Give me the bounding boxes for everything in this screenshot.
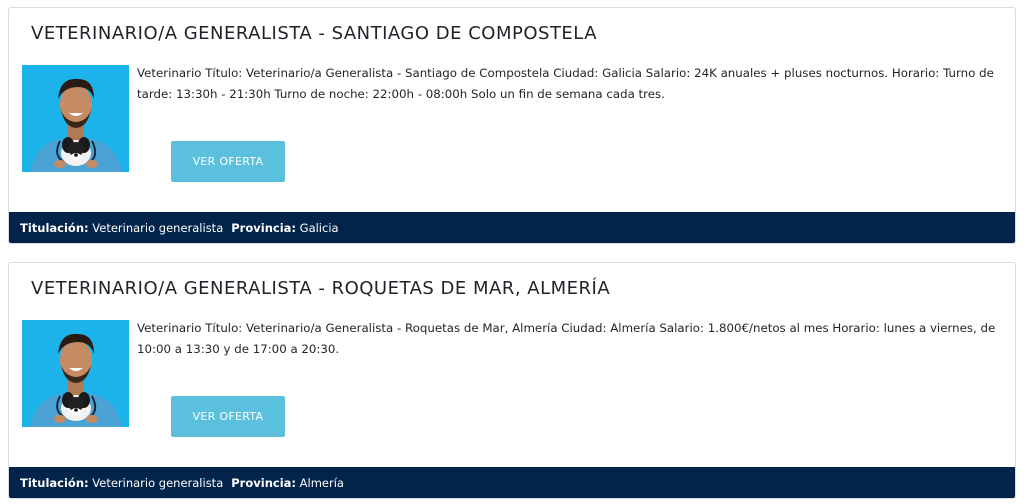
titulacion-label: Titulación: [20, 220, 89, 235]
offer-title[interactable]: VETERINARIO/A GENERALISTA - SANTIAGO DE … [31, 23, 597, 44]
job-offer-card: VETERINARIO/A GENERALISTA - ROQUETAS DE … [8, 262, 1016, 499]
provincia-label: Provincia: [231, 475, 296, 490]
offer-description: Veterinario Título: Veterinario/a Genera… [137, 66, 994, 101]
provincia-value: Galicia [299, 220, 339, 235]
titulacion-label: Titulación: [20, 475, 89, 490]
offer-footer: Titulación: Veterinario generalista Prov… [9, 467, 1015, 498]
titulacion-value: Veterinario generalista [92, 475, 224, 490]
veterinarian-photo[interactable] [22, 320, 129, 427]
provincia-value: Almería [299, 475, 344, 490]
view-offer-button[interactable]: VER OFERTA [171, 396, 285, 437]
provincia-label: Provincia: [231, 220, 296, 235]
offer-description: Veterinario Título: Veterinario/a Genera… [137, 321, 996, 356]
offer-title[interactable]: VETERINARIO/A GENERALISTA - ROQUETAS DE … [31, 278, 610, 299]
offer-footer: Titulación: Veterinario generalista Prov… [9, 212, 1015, 243]
job-offer-card: VETERINARIO/A GENERALISTA - SANTIAGO DE … [8, 7, 1016, 244]
veterinarian-photo[interactable] [22, 65, 129, 172]
view-offer-button[interactable]: VER OFERTA [171, 141, 285, 182]
titulacion-value: Veterinario generalista [92, 220, 224, 235]
